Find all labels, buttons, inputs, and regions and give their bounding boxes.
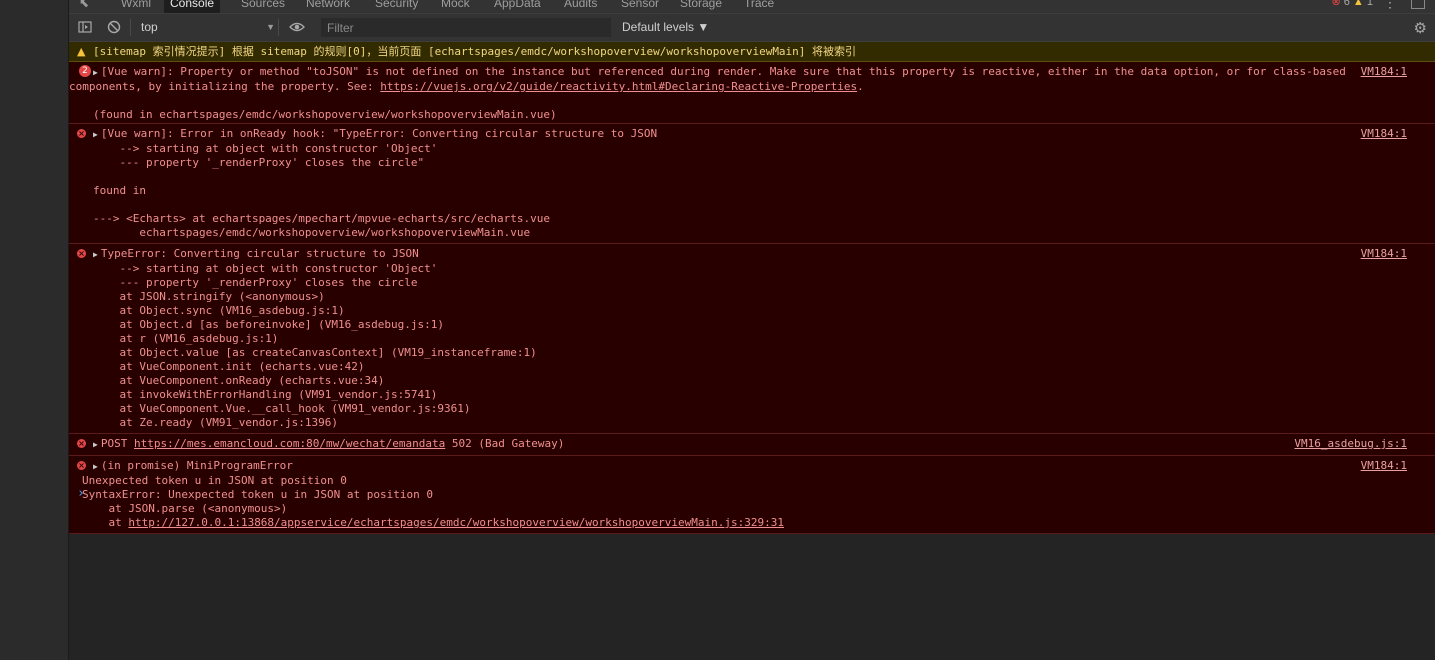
tab-network[interactable]: Network	[300, 0, 356, 13]
inspect-element-icon[interactable]: ⬉	[79, 0, 93, 10]
stack-trace: ▶ (in promise) MiniProgramError Unexpecte…	[82, 459, 784, 529]
status-counts[interactable]: ⊗ 6 ▲ 1	[1331, 0, 1373, 8]
error-icon: ×	[77, 439, 86, 448]
tab-sources[interactable]: Sources	[235, 0, 291, 13]
tab-wxml[interactable]: Wxml	[115, 0, 157, 13]
warning-icon: ▲	[77, 45, 86, 58]
message-text: ▶ [Vue warn]: Property or method "toJSON"…	[69, 65, 1346, 121]
expand-triangle-icon[interactable]: ▶	[93, 250, 98, 259]
tab-console[interactable]: Console	[164, 0, 221, 13]
toolbar-divider	[278, 19, 279, 36]
expand-triangle-icon[interactable]: ▶	[93, 462, 98, 471]
warning-count: 1	[1366, 0, 1373, 8]
console-message-error: × ▶ (in promise) MiniProgramError Unexpec…	[69, 456, 1435, 534]
chevron-down-icon: ▼	[266, 22, 275, 32]
console-message-error: × ▶ [Vue warn]: Error in onReady hook: "T…	[69, 124, 1435, 244]
tab-appdata[interactable]: AppData	[488, 0, 547, 13]
error-icon: ×	[77, 129, 86, 138]
console-message-error: 2 ▶ [Vue warn]: Property or method "toJSO…	[69, 62, 1435, 124]
stack-frame-link[interactable]: http://127.0.0.1:13868/appservice/echart…	[128, 516, 784, 529]
error-icon: ×	[77, 249, 86, 258]
tab-sensor[interactable]: Sensor	[615, 0, 665, 13]
console-prompt[interactable]: ›	[77, 486, 85, 501]
source-link[interactable]: VM184:1	[1361, 247, 1407, 261]
console-log: ▲ [sitemap 索引情况提示] 根据 sitemap 的规则[0]，当前页…	[69, 42, 1435, 534]
console-message-warning: ▲ [sitemap 索引情况提示] 根据 sitemap 的规则[0]，当前页…	[69, 42, 1435, 62]
left-gutter	[0, 0, 69, 660]
error-count-icon: ⊗	[1331, 0, 1341, 8]
eye-icon[interactable]	[289, 20, 305, 34]
console-message-error: × ▶ POST https://mes.emancloud.com:80/mw/…	[69, 434, 1435, 456]
tab-mock[interactable]: Mock	[435, 0, 476, 13]
context-selector[interactable]: top ▼	[135, 17, 279, 37]
source-link[interactable]: VM16_asdebug.js:1	[1294, 437, 1407, 451]
toolbar-divider	[130, 19, 131, 36]
message-text: [sitemap 索引情况提示] 根据 sitemap 的规则[0]，当前页面 …	[93, 45, 857, 58]
source-link[interactable]: VM184:1	[1361, 65, 1407, 79]
stack-trace: ▶ TypeError: Converting circular structur…	[93, 247, 537, 429]
tab-audits[interactable]: Audits	[558, 0, 603, 13]
source-link[interactable]: VM184:1	[1361, 459, 1407, 473]
filter-input[interactable]	[321, 18, 611, 37]
gear-icon[interactable]: ⚙	[1414, 19, 1427, 37]
expand-triangle-icon[interactable]: ▶	[93, 68, 98, 77]
clear-console-icon[interactable]	[107, 20, 121, 34]
more-options-icon[interactable]: ⋮	[1383, 0, 1397, 11]
log-levels-dropdown[interactable]: Default levels ▼	[622, 18, 709, 37]
error-icon: ×	[77, 461, 86, 470]
docs-link[interactable]: https://vuejs.org/v2/guide/reactivity.ht…	[380, 80, 857, 93]
expand-triangle-icon[interactable]: ▶	[93, 440, 98, 449]
console-message-error: × ▶ TypeError: Converting circular struct…	[69, 244, 1435, 434]
console-toolbar: top ▼ Default levels ▼ ⚙	[69, 14, 1435, 42]
warning-count-icon: ▲	[1352, 0, 1364, 8]
dock-side-icon[interactable]	[1411, 0, 1425, 9]
error-count: 6	[1343, 0, 1350, 8]
message-text: ▶ POST https://mes.emancloud.com:80/mw/we…	[93, 437, 565, 450]
source-link[interactable]: VM184:1	[1361, 127, 1407, 141]
tab-trace[interactable]: Trace	[738, 0, 780, 13]
tab-storage[interactable]: Storage	[674, 0, 728, 13]
context-value: top	[141, 20, 158, 34]
expand-triangle-icon[interactable]: ▶	[93, 130, 98, 139]
devtools-tab-bar: ⬉ Wxml Console Sources Network Security …	[69, 0, 1435, 14]
message-text: ▶ [Vue warn]: Error in onReady hook: "Typ…	[93, 127, 658, 239]
tab-security[interactable]: Security	[369, 0, 424, 13]
devtools-panel: ⬉ Wxml Console Sources Network Security …	[69, 0, 1435, 660]
sidebar-toggle-icon[interactable]	[78, 20, 92, 34]
repeat-count-badge: 2	[79, 65, 91, 77]
request-url-link[interactable]: https://mes.emancloud.com:80/mw/wechat/e…	[134, 437, 445, 450]
